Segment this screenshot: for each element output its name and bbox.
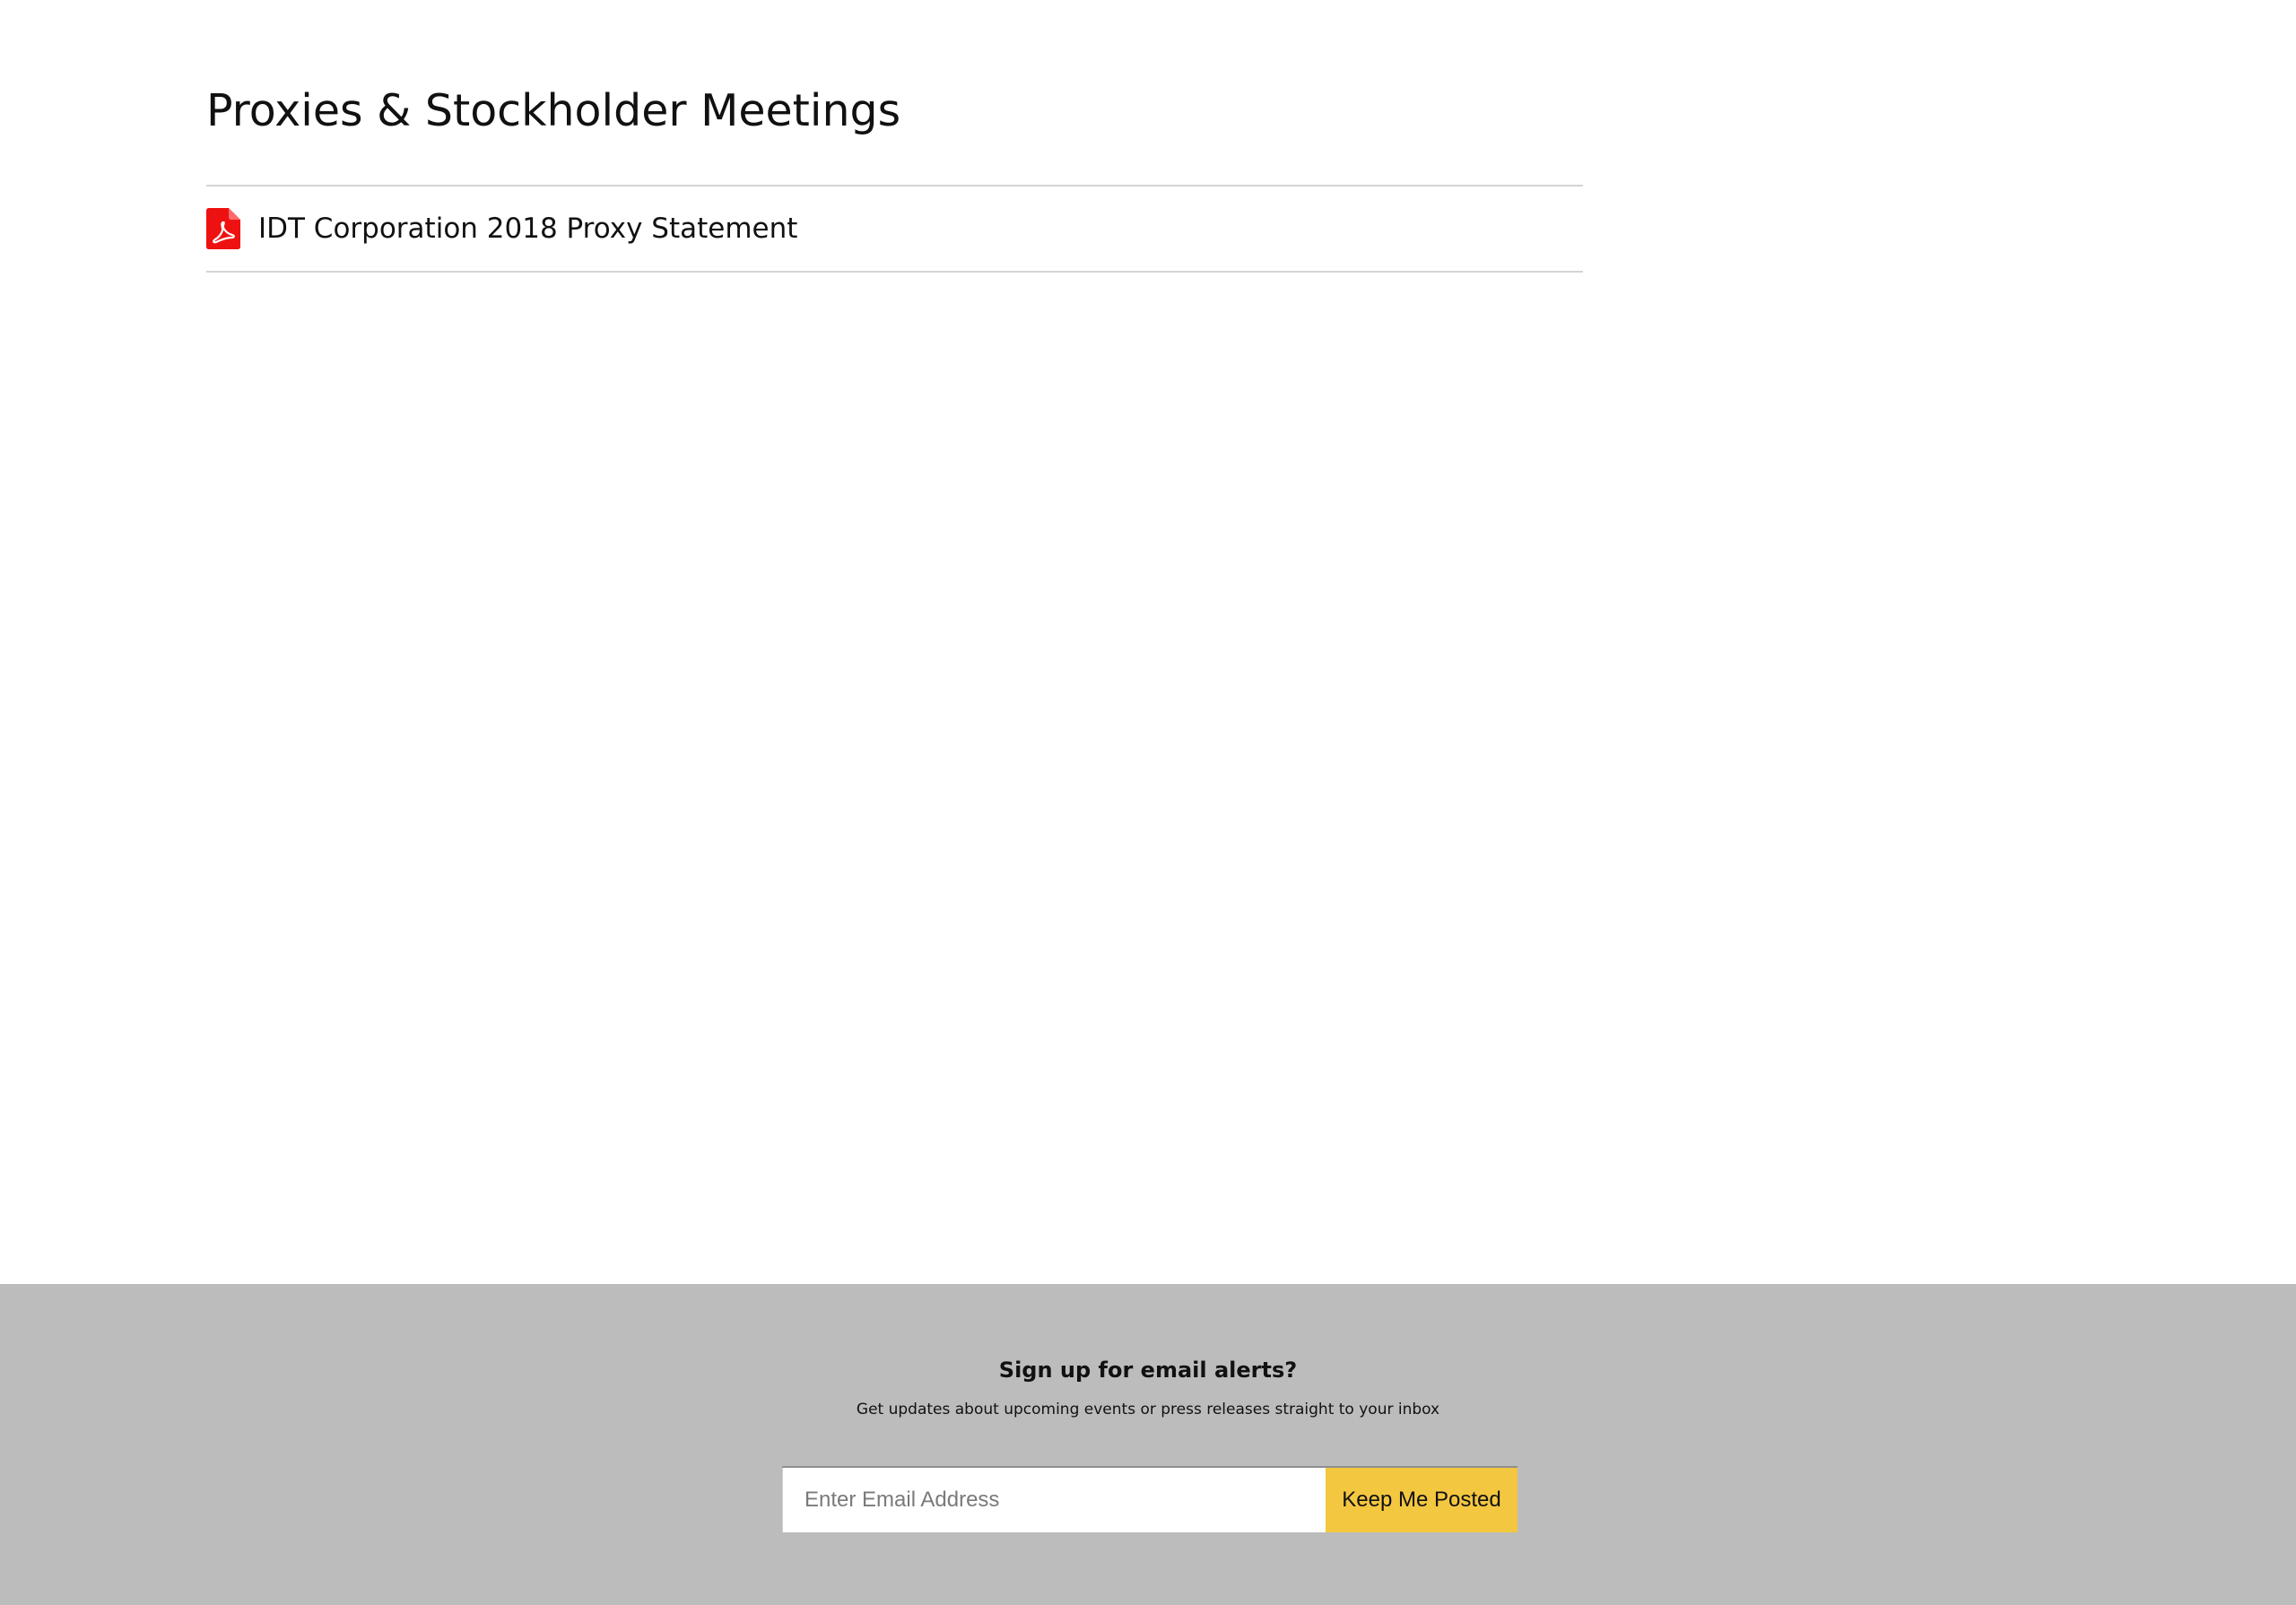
email-alerts-description: Get updates about upcoming events or pre…	[856, 1401, 1440, 1418]
document-list: IDT Corporation 2018 Proxy Statement	[206, 185, 1583, 273]
page-title: Proxies & Stockholder Meetings	[206, 85, 901, 136]
email-alerts-footer: Sign up for email alerts? Get updates ab…	[0, 1284, 2296, 1605]
email-alerts-heading: Sign up for email alerts?	[998, 1358, 1298, 1383]
document-link-proxy-statement[interactable]: IDT Corporation 2018 Proxy Statement	[206, 187, 1583, 273]
document-title: IDT Corporation 2018 Proxy Statement	[258, 213, 798, 245]
email-signup-form: Keep Me Posted	[782, 1466, 1518, 1532]
pdf-icon	[206, 208, 240, 249]
email-input[interactable]	[782, 1468, 1326, 1532]
page: Proxies & Stockholder Meetings IDT Corpo…	[0, 0, 2296, 1605]
keep-me-posted-button[interactable]: Keep Me Posted	[1326, 1468, 1518, 1532]
